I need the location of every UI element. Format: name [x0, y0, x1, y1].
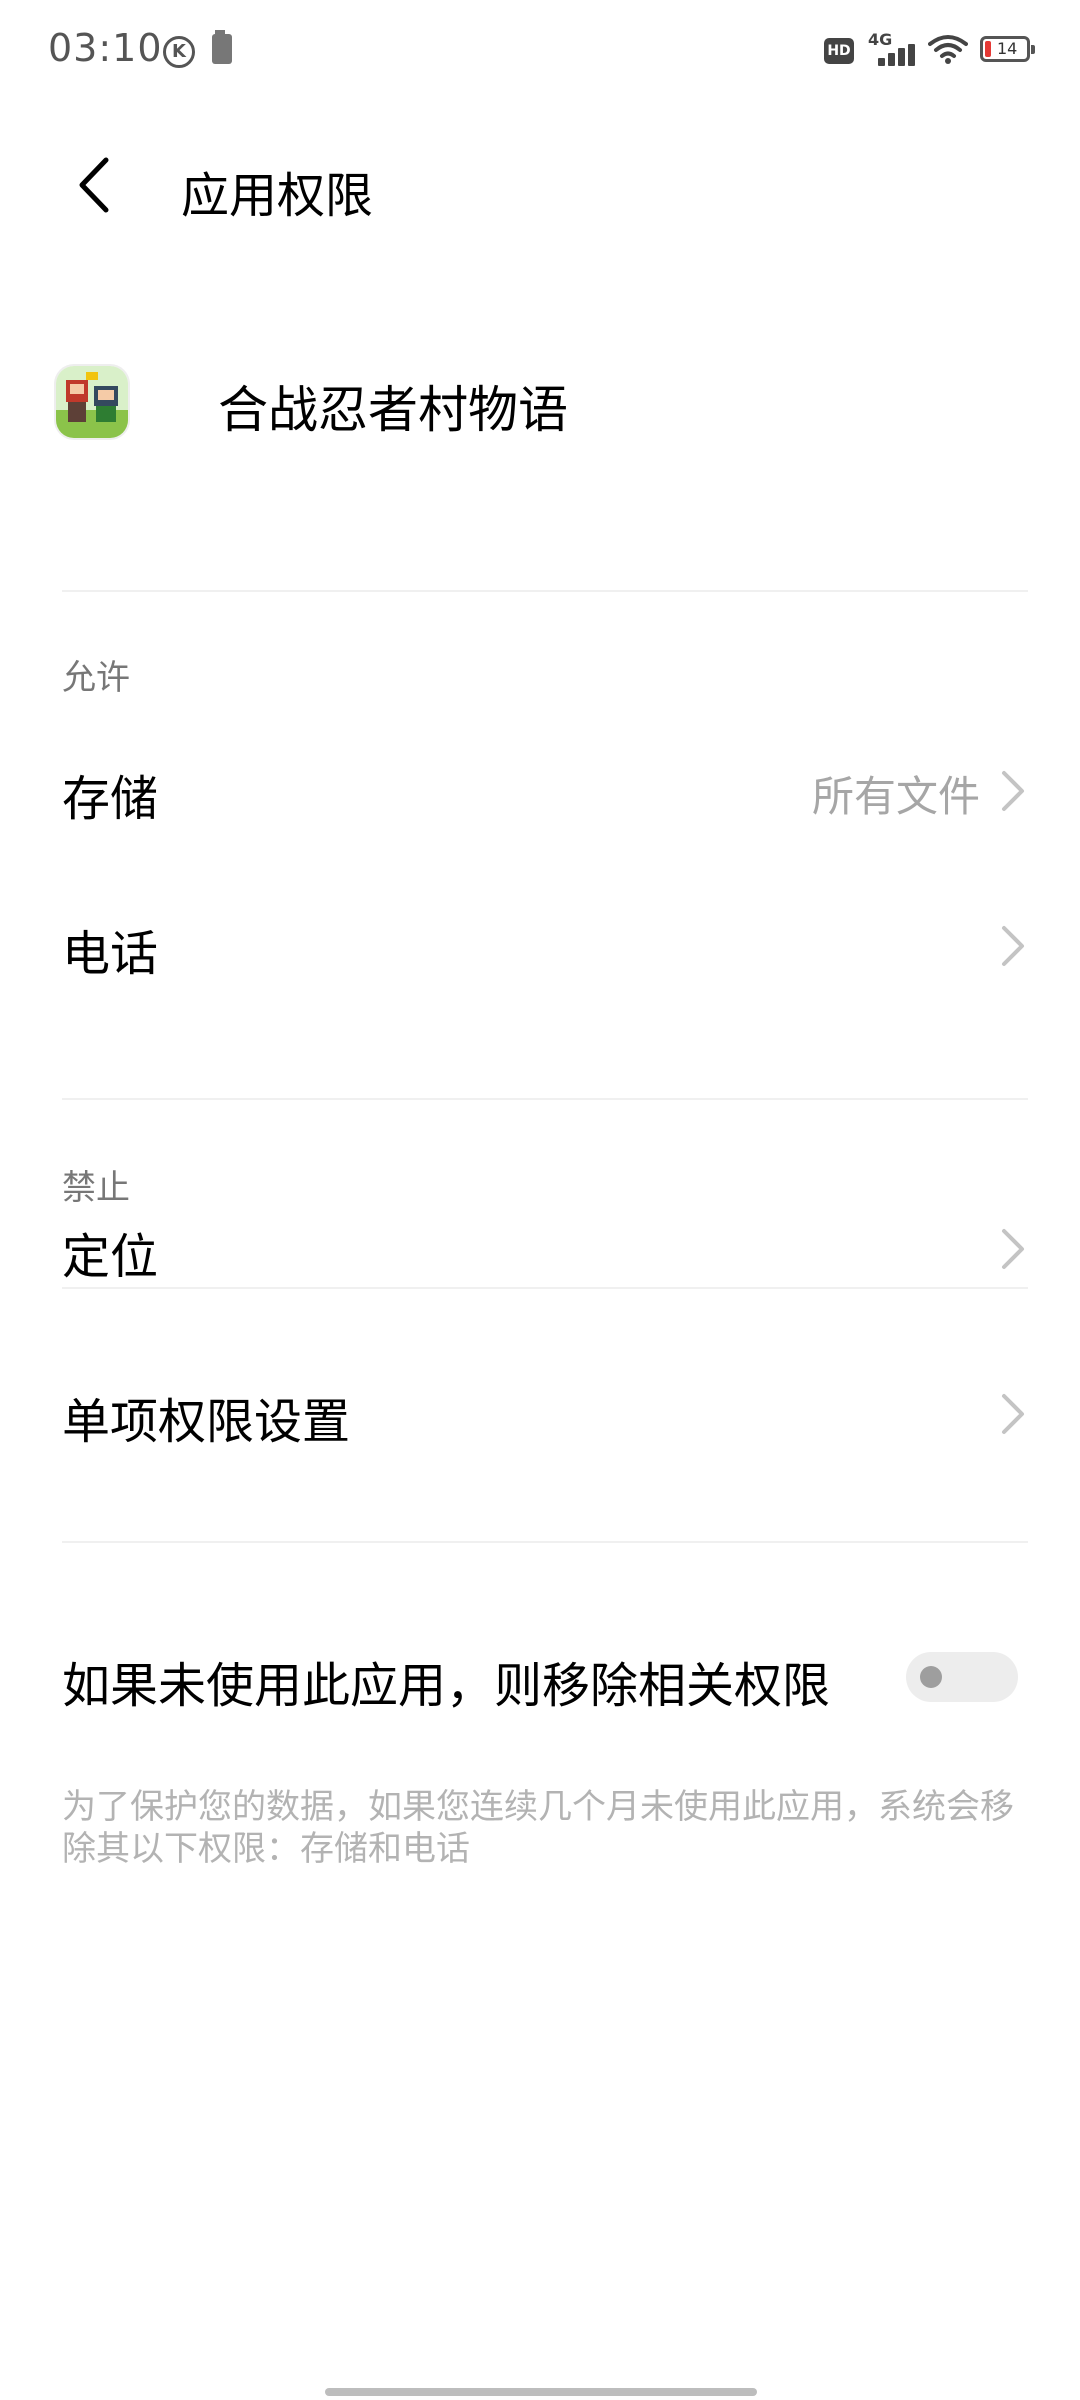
status-time: 03:10 — [48, 26, 163, 70]
permission-row-storage[interactable]: 存储 所有文件 — [0, 725, 1080, 855]
permission-label: 电话 — [62, 926, 159, 982]
permission-row-phone[interactable]: 电话 — [0, 880, 1080, 1010]
chevron-right-icon — [1002, 1394, 1024, 1434]
divider — [62, 1287, 1028, 1289]
status-bar: 03:10 K HD 4G 14 — [0, 0, 1080, 100]
divider — [62, 1541, 1028, 1543]
chevron-right-icon — [1002, 1229, 1024, 1269]
chevron-right-icon — [1002, 926, 1024, 966]
divider — [62, 590, 1028, 592]
app-icon — [56, 366, 128, 438]
header: 应用权限 — [0, 120, 1080, 250]
back-button[interactable] — [60, 150, 130, 220]
individual-permissions-row[interactable]: 单项权限设置 — [0, 1348, 1080, 1478]
battery-fill — [985, 41, 991, 57]
k-icon: K — [163, 36, 195, 68]
permission-row-location[interactable]: 定位 — [0, 1183, 1080, 1313]
auto-revoke-row: 如果未使用此应用，则移除相关权限 — [0, 1620, 1080, 1730]
hd-icon: HD — [824, 38, 854, 64]
chevron-left-icon — [79, 157, 109, 213]
toggle-knob — [920, 1666, 942, 1688]
app-name: 合战忍者村物语 — [218, 381, 568, 439]
permission-label: 存储 — [62, 771, 159, 827]
wifi-icon — [928, 35, 968, 64]
app-info-row: 合战忍者村物语 — [0, 340, 1080, 460]
chevron-right-icon — [1002, 771, 1024, 811]
sim-icon — [212, 30, 232, 64]
divider — [62, 1098, 1028, 1100]
auto-revoke-label: 如果未使用此应用，则移除相关权限 — [62, 1658, 831, 1714]
app-permissions-screen: 03:10 K HD 4G 14 应用权限 合战忍者村物语 允许 存储 所有文件… — [0, 0, 1080, 2400]
network-type-label: 4G — [868, 30, 893, 49]
auto-revoke-note: 为了保护您的数据，如果您连续几个月未使用此应用，系统会移除其以下权限：存储和电话 — [62, 1787, 1014, 1869]
individual-permissions-label: 单项权限设置 — [62, 1394, 351, 1450]
permission-value: 所有文件 — [811, 772, 980, 821]
battery-level: 14 — [997, 39, 1018, 58]
home-indicator[interactable] — [325, 2388, 757, 2396]
signal-icon: 4G — [866, 30, 916, 70]
battery-icon: 14 — [980, 36, 1035, 62]
section-label-allowed: 允许 — [62, 658, 130, 698]
permission-label: 定位 — [62, 1229, 159, 1285]
page-title: 应用权限 — [181, 168, 374, 224]
auto-revoke-toggle[interactable] — [906, 1652, 1018, 1702]
